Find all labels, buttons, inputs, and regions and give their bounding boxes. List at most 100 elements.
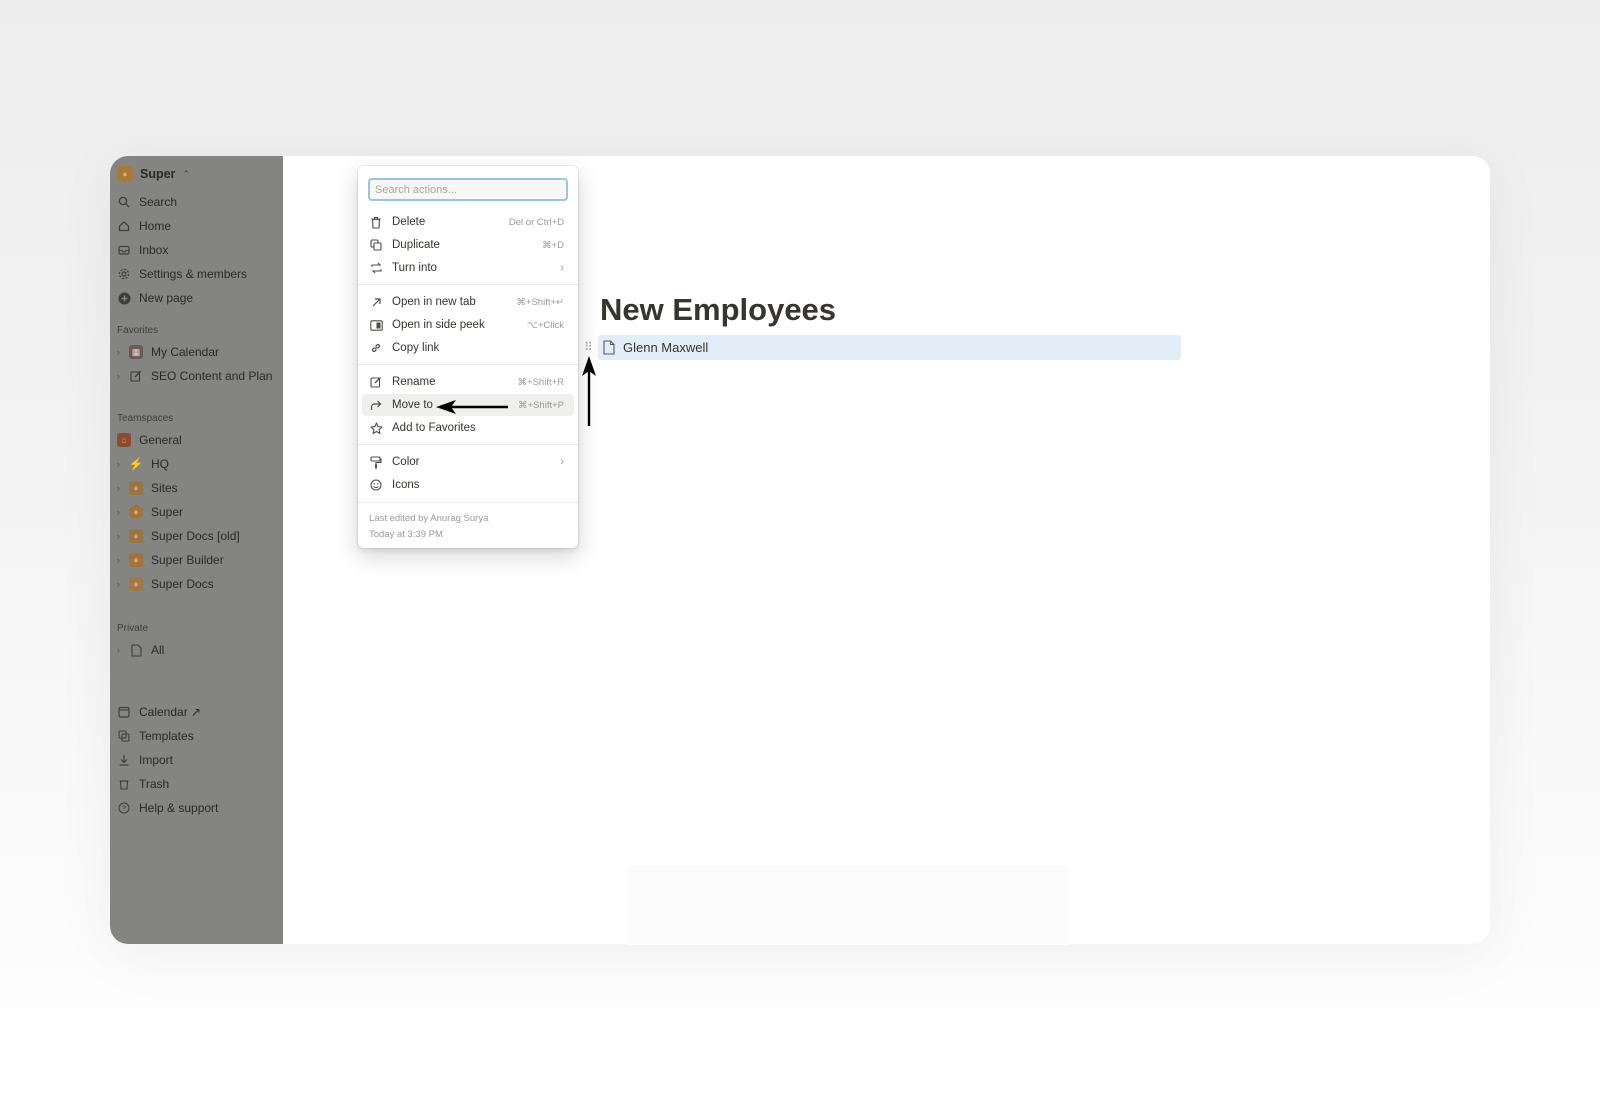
menu-item-label: Color [392, 456, 420, 468]
annotation-arrow-up-icon [582, 356, 596, 426]
search-icon [117, 195, 131, 209]
menu-item-open-new-tab[interactable]: Open in new tab ⌘+Shift+↵ [362, 291, 574, 313]
teamspace-icon: ● [129, 481, 143, 495]
sidebar-item-general[interactable]: ⌂ General [110, 428, 283, 452]
menu-item-color[interactable]: Color › [362, 451, 574, 473]
page-title[interactable]: New Employees [600, 292, 836, 328]
sidebar-item-label: All [151, 643, 165, 657]
chevron-updown-icon: ⌃ [182, 168, 190, 179]
favorites-section: Favorites › ▦ My Calendar › SEO Content … [110, 320, 283, 388]
annotation-arrow-left-icon [436, 400, 508, 414]
section-label-teamspaces: Teamspaces [117, 412, 174, 424]
menu-item-open-side-peek[interactable]: Open in side peek ⌥+Click [362, 314, 574, 336]
sidebar-item-label: Sites [151, 481, 178, 495]
last-edited-time: Today at 3:39 PM [369, 529, 443, 540]
templates-icon [117, 729, 131, 743]
menu-item-icons[interactable]: Icons [362, 474, 574, 496]
last-edited-info: Last edited by Anurag Surya Today at 3:3… [369, 511, 488, 543]
sidebar-item-super[interactable]: › ● Super [110, 500, 283, 524]
sidebar-item-label: Super Docs [151, 577, 214, 591]
menu-item-turn-into[interactable]: Turn into › [362, 257, 574, 279]
chevron-right-icon[interactable]: › [117, 531, 125, 541]
menu-item-rename[interactable]: Rename ⌘+Shift+R [362, 371, 574, 393]
app-window: ● Super ⌃ Search Home Inbox Settings & m… [110, 156, 1490, 944]
page-icon [603, 340, 617, 356]
sidebar-item-calendar[interactable]: Calendar ↗ [110, 700, 283, 724]
help-icon: ? [117, 801, 131, 815]
sidebar-item-super-builder[interactable]: › ● Super Builder [110, 548, 283, 572]
page-icon [129, 643, 143, 657]
menu-item-shortcut: ⌘+Shift+P [518, 399, 564, 411]
menu-divider [358, 364, 578, 365]
workspace-switcher[interactable]: ● Super ⌃ [117, 166, 190, 182]
list-item[interactable]: Glenn Maxwell [598, 335, 1181, 360]
sidebar-item-label: New page [139, 291, 194, 305]
menu-item-add-to-favorites[interactable]: Add to Favorites [362, 417, 574, 439]
sidebar-item-label: Settings & members [139, 267, 248, 281]
duplicate-icon [369, 238, 383, 252]
chevron-right-icon[interactable]: › [117, 347, 125, 357]
sidebar-item-my-calendar[interactable]: › ▦ My Calendar [110, 340, 283, 364]
private-section: Private › All [110, 618, 283, 662]
chevron-right-icon[interactable]: › [117, 459, 125, 469]
sidebar-item-hq[interactable]: › ⚡ HQ [110, 452, 283, 476]
smiley-icon [369, 478, 383, 492]
menu-item-shortcut: Del or Ctrl+D [508, 216, 564, 228]
chevron-right-icon[interactable]: › [117, 371, 125, 381]
sidebar-item-import[interactable]: Import [110, 748, 283, 772]
chevron-right-icon[interactable]: › [117, 507, 125, 517]
sidebar-item-settings[interactable]: Settings & members [110, 262, 283, 286]
sidebar-item-all[interactable]: › All [110, 638, 283, 662]
sidebar-item-help[interactable]: ? Help & support [110, 796, 283, 820]
sidebar-item-inbox[interactable]: Inbox [110, 238, 283, 262]
sidebar-item-search[interactable]: Search [110, 190, 283, 214]
edit-icon [129, 369, 143, 383]
menu-item-shortcut: ⌥+Click [526, 319, 564, 331]
menu-item-copy-link[interactable]: Copy link [362, 337, 574, 359]
sidebar: ● Super ⌃ Search Home Inbox Settings & m… [110, 156, 283, 944]
chevron-right-icon[interactable]: › [117, 555, 125, 565]
menu-item-label: Delete [392, 216, 426, 228]
chevron-right-icon[interactable]: › [117, 483, 125, 493]
menu-item-label: Open in new tab [392, 296, 476, 308]
menu-item-label: Open in side peek [392, 319, 485, 331]
trash-icon [117, 777, 131, 791]
menu-item-duplicate[interactable]: Duplicate ⌘+D [362, 234, 574, 256]
sidebar-item-home[interactable]: Home [110, 214, 283, 238]
sidebar-item-seo-content[interactable]: › SEO Content and Plan [110, 364, 283, 388]
sidebar-item-label: General [139, 433, 182, 447]
menu-item-delete[interactable]: Delete Del or Ctrl+D [362, 211, 574, 233]
sidebar-item-trash[interactable]: Trash [110, 772, 283, 796]
teamspace-icon: ● [129, 529, 143, 543]
sidebar-bottom: Calendar ↗ Templates Import Trash ? Help… [110, 700, 283, 820]
sidebar-item-label: Inbox [139, 243, 169, 257]
chevron-right-icon: › [560, 456, 564, 468]
chevron-right-icon[interactable]: › [117, 645, 125, 655]
search-actions-input[interactable] [368, 178, 568, 201]
sidebar-item-label: Super Builder [151, 553, 224, 567]
drag-handle-icon[interactable]: ⠿ [584, 340, 593, 354]
section-label-private: Private [117, 622, 149, 634]
teamspace-icon: ● [129, 577, 143, 591]
sidebar-item-label: Help & support [139, 801, 219, 815]
sidebar-item-sites[interactable]: › ● Sites [110, 476, 283, 500]
calendar-icon: ▦ [129, 345, 143, 359]
sidebar-item-super-docs-old[interactable]: › ● Super Docs [old] [110, 524, 283, 548]
menu-divider [358, 502, 578, 503]
inbox-icon [117, 243, 131, 257]
sidebar-item-label: Home [139, 219, 172, 233]
chevron-right-icon[interactable]: › [117, 579, 125, 589]
workspace-name: Super [140, 167, 176, 181]
workspace-icon: ● [117, 166, 133, 182]
sidebar-item-super-docs[interactable]: › ● Super Docs [110, 572, 283, 596]
sidebar-item-new-page[interactable]: New page [110, 286, 283, 310]
home-icon [117, 219, 131, 233]
menu-item-shortcut: ⌘+Shift+↵ [516, 296, 564, 308]
menu-item-label: Icons [392, 479, 420, 491]
star-icon [369, 421, 383, 435]
menu-item-label: Turn into [392, 262, 437, 274]
rename-icon [369, 375, 383, 389]
teamspace-icon: ● [129, 505, 143, 519]
sidebar-item-templates[interactable]: Templates [110, 724, 283, 748]
home-icon: ⌂ [117, 433, 131, 447]
